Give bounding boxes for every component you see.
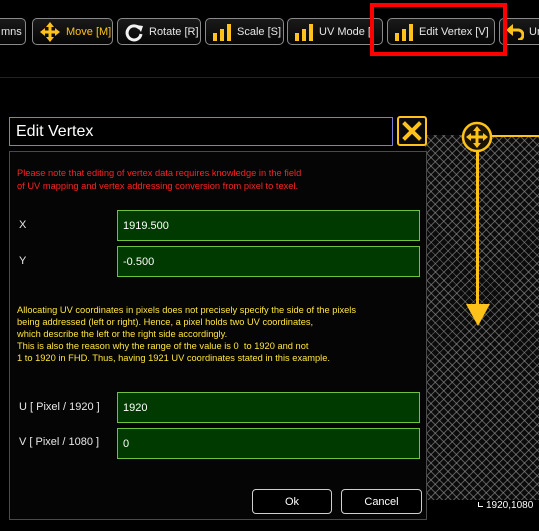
- vertical-axis-arrow: [466, 304, 490, 326]
- rotate-button[interactable]: Rotate [R]: [117, 18, 201, 45]
- scale-label: Scale [S]: [237, 25, 282, 38]
- canvas-corner-label: 1920,1080: [486, 500, 534, 511]
- toolbar: mns Move [M] Rotate [R] Scale [S] UV Mod…: [0, 3, 539, 56]
- canvas-corner-marker: [478, 502, 483, 507]
- info-line: being addressed (left or right). Hence, …: [17, 317, 314, 327]
- undo-icon: [506, 23, 524, 40]
- columns-button[interactable]: mns: [0, 18, 26, 45]
- vertex-handle-icon: [461, 121, 493, 153]
- undo-label: Un: [529, 25, 539, 38]
- warning-line: of UV mapping and vertex addressing conv…: [17, 181, 299, 191]
- info-line: This is also the reason why the range of…: [17, 341, 309, 351]
- close-icon: [402, 121, 422, 141]
- move-button[interactable]: Move [M]: [32, 18, 113, 45]
- scale-button[interactable]: Scale [S]: [205, 18, 284, 45]
- columns-label: mns: [1, 25, 22, 38]
- rotate-label: Rotate [R]: [149, 25, 199, 38]
- uv-mode-label: UV Mode [: [319, 25, 371, 38]
- u-input[interactable]: [117, 392, 420, 423]
- warning-line: Please note that editing of vertex data …: [17, 168, 302, 178]
- rotate-icon: [125, 23, 143, 41]
- uv-mode-button[interactable]: UV Mode [: [287, 18, 383, 45]
- vertex-warning-note: Please note that editing of vertex data …: [17, 167, 397, 193]
- move-label: Move [M]: [66, 25, 112, 38]
- v-input[interactable]: [117, 428, 420, 459]
- canvas-top-edge: [490, 135, 539, 137]
- dialog-title: Edit Vertex: [9, 117, 393, 146]
- info-line: Allocating UV coordinates in pixels does…: [17, 305, 357, 315]
- u-label: U [ Pixel / 1920 ]: [19, 401, 100, 413]
- x-label: X: [19, 219, 27, 231]
- y-input[interactable]: [117, 246, 420, 277]
- y-label: Y: [19, 255, 27, 267]
- scale-bars-icon: [213, 23, 231, 41]
- ok-button[interactable]: Ok: [252, 489, 332, 514]
- move-icon: [40, 21, 60, 42]
- uv-info-note: Allocating UV coordinates in pixels does…: [17, 304, 417, 364]
- v-label: V [ Pixel / 1080 ]: [19, 436, 100, 448]
- edit-vertex-highlight-frame: [370, 3, 507, 56]
- vertical-axis-line: [476, 149, 479, 309]
- close-button[interactable]: [397, 116, 427, 146]
- uv-mode-bars-icon: [295, 23, 313, 41]
- vertex-move-handle[interactable]: [461, 121, 493, 158]
- x-input[interactable]: [117, 210, 420, 241]
- cancel-button[interactable]: Cancel: [341, 489, 422, 514]
- toolbar-divider: [0, 77, 539, 78]
- info-line: which describe the left or the right sid…: [17, 329, 228, 339]
- info-line: 1 to 1920 in FHD. Thus, having 1921 UV c…: [17, 353, 331, 363]
